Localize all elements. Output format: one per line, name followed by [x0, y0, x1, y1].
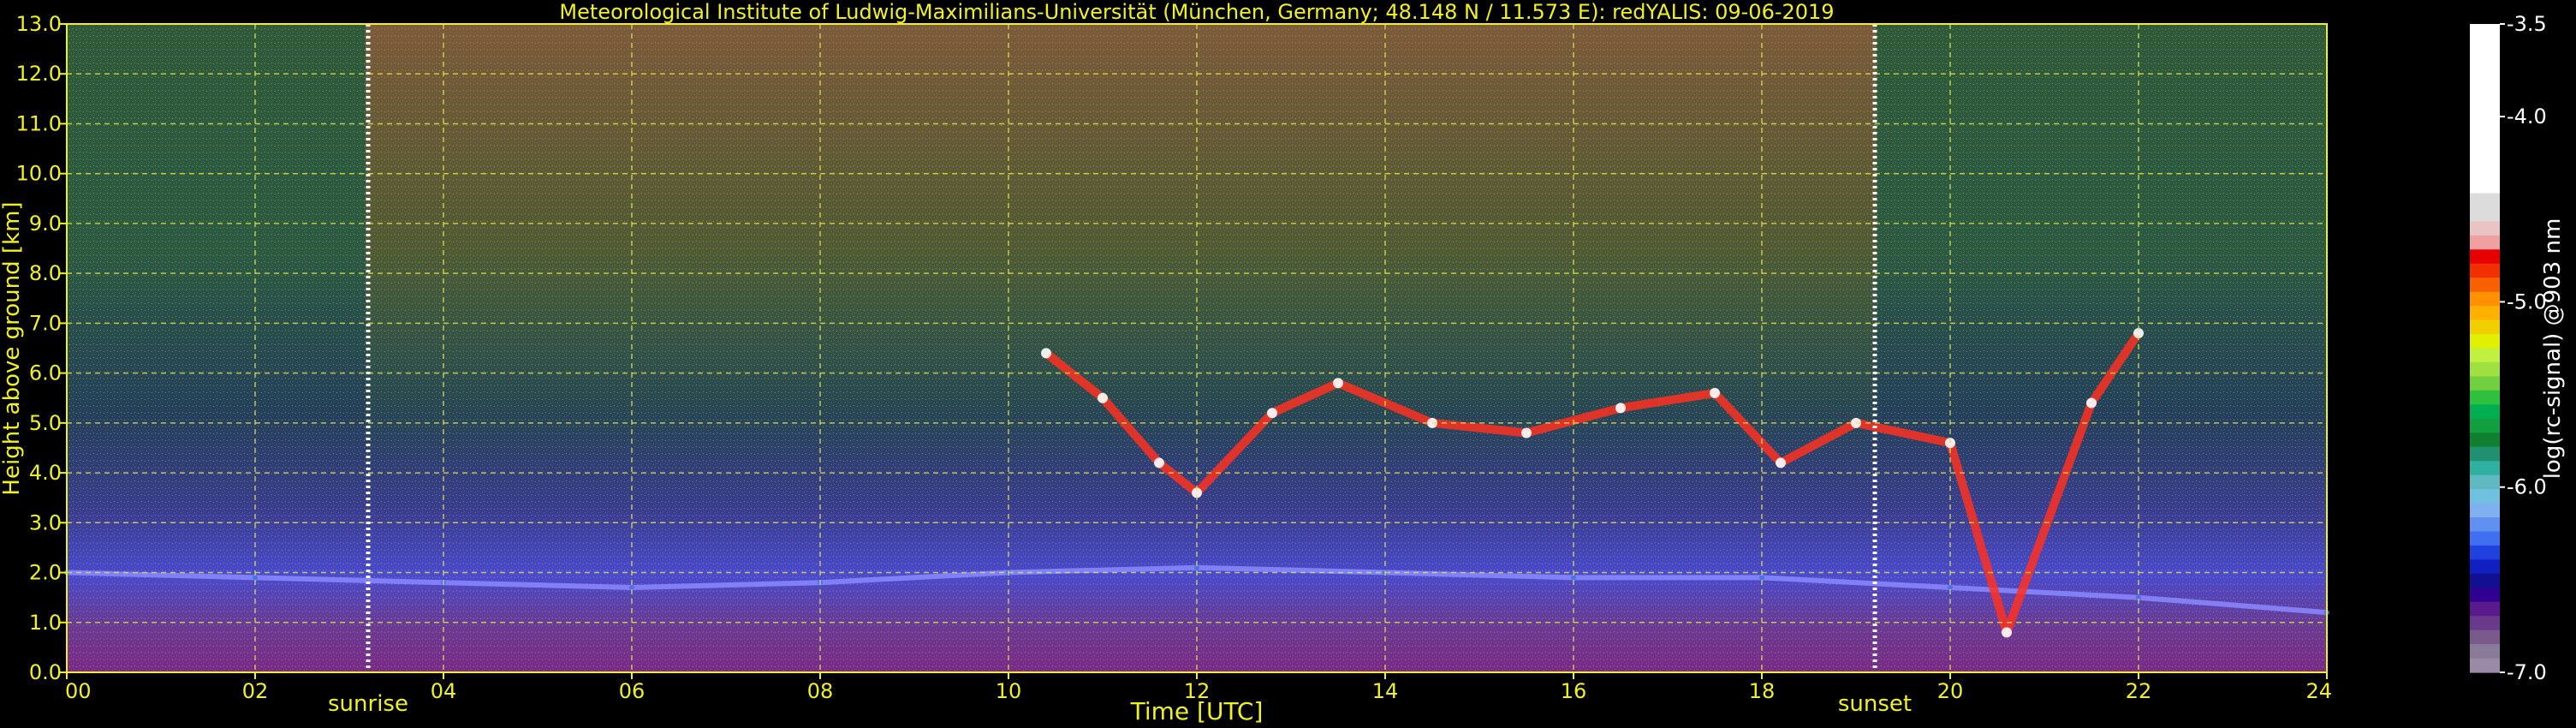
- colorbar-swatch: [2470, 151, 2500, 166]
- colorbar-swatch: [2470, 361, 2500, 378]
- series-point: [1267, 408, 1277, 419]
- colorbar-swatch: [2470, 80, 2500, 95]
- colorbar-swatch: [2470, 531, 2500, 546]
- colorbar-swatch: [2470, 545, 2500, 560]
- series-point: [1154, 457, 1164, 468]
- colorbar-swatch: [2470, 291, 2500, 307]
- colorbar-swatch: [2470, 66, 2500, 81]
- y-tick-label: 10.0: [16, 162, 62, 186]
- colorbar-swatch: [2470, 334, 2500, 349]
- y-tick-label: 3.0: [29, 510, 62, 534]
- series-point: [1615, 403, 1626, 414]
- colorbar-swatch: [2470, 249, 2500, 265]
- colorbar-swatch: [2470, 390, 2500, 405]
- series-point: [1333, 378, 1343, 389]
- colorbar-swatch: [2470, 461, 2500, 476]
- colorbar-label: log(rc-signal) @903 nm: [2540, 218, 2566, 480]
- colorbar-swatch: [2470, 573, 2500, 588]
- colorbar-swatch: [2470, 404, 2500, 420]
- colorbar-swatch: [2470, 644, 2500, 659]
- series-point: [2086, 397, 2097, 409]
- y-tick-label: 8.0: [29, 261, 62, 285]
- colorbar-swatch: [2470, 94, 2500, 110]
- x-tick-label: 14: [1372, 679, 1399, 703]
- colorbar-swatch: [2470, 51, 2500, 67]
- colorbar-tick-label: -4.0: [2507, 104, 2547, 128]
- series-point: [1776, 457, 1786, 468]
- colorbar-swatch: [2470, 164, 2500, 180]
- colorbar-swatch: [2470, 503, 2500, 518]
- x-tick-label: 10: [996, 679, 1022, 703]
- x-tick-label: 06: [619, 679, 645, 703]
- x-tick-label: 08: [807, 679, 834, 703]
- x-tick-label: 16: [1561, 679, 1587, 703]
- colorbar-swatch: [2470, 559, 2500, 575]
- plot-area: [64, 23, 2329, 673]
- colorbar-swatch: [2470, 122, 2500, 138]
- y-tick-label: 0.0: [29, 660, 62, 684]
- colorbar-swatch: [2470, 235, 2500, 250]
- series-point: [1759, 575, 1764, 581]
- y-tick-label: 13.0: [16, 12, 62, 36]
- y-tick-label: 4.0: [29, 461, 62, 485]
- colorbar-swatch: [2470, 516, 2500, 533]
- colorbar-swatch: [2470, 433, 2500, 448]
- colorbar-swatch: [2470, 616, 2500, 631]
- y-tick-label: 12.0: [16, 62, 62, 86]
- colorbar-swatch: [2470, 193, 2500, 208]
- colorbar-swatch: [2470, 474, 2500, 490]
- colorbar-tick-label: -3.5: [2507, 12, 2547, 36]
- colorbar-swatch: [2470, 221, 2500, 236]
- x-tick-label: 22: [2126, 679, 2152, 703]
- y-tick-label: 2.0: [29, 561, 62, 585]
- y-tick-label: 9.0: [29, 212, 62, 236]
- colorbar-swatch: [2470, 630, 2500, 645]
- y-tick-label: 7.0: [29, 311, 62, 335]
- colorbar-swatch: [2470, 179, 2500, 194]
- y-tick-label: 5.0: [29, 411, 62, 435]
- colorbar-swatch: [2470, 601, 2500, 617]
- x-tick-label: 20: [1937, 679, 1964, 703]
- sunrise-label: sunrise: [328, 691, 408, 717]
- colorbar-swatch: [2470, 588, 2500, 603]
- y-tick-label: 6.0: [29, 361, 62, 385]
- colorbar-swatch: [2470, 446, 2500, 462]
- colorbar-swatch: [2470, 348, 2500, 363]
- x-tick-label: 24: [2305, 679, 2332, 703]
- colorbar-tick-label: -7.0: [2507, 660, 2547, 684]
- colorbar: -3.5-4.0-5.0-6.0-7.0: [2470, 12, 2547, 684]
- colorbar-swatch: [2470, 658, 2500, 673]
- colorbar-swatch: [2470, 489, 2500, 504]
- y-axis-label: Height above ground [km]: [0, 201, 25, 495]
- colorbar-swatch: [2470, 376, 2500, 391]
- colorbar-swatch: [2470, 263, 2500, 278]
- series-point: [1521, 427, 1532, 439]
- colorbar-swatch: [2470, 418, 2500, 433]
- x-tick-label: 02: [242, 679, 269, 703]
- series-point: [2002, 627, 2012, 638]
- x-axis-label: Time [UTC]: [1130, 697, 1264, 725]
- x-tick-label: 00: [65, 679, 92, 703]
- series-point: [1571, 575, 1576, 581]
- colorbar-swatch: [2470, 24, 2500, 39]
- colorbar-swatch: [2470, 38, 2500, 53]
- series-point: [253, 575, 258, 581]
- series-point: [1098, 392, 1108, 403]
- colorbar-swatch: [2470, 136, 2500, 152]
- colorbar-swatch: [2470, 108, 2500, 123]
- colorbar-swatch: [2470, 206, 2500, 222]
- colorbar-swatch: [2470, 277, 2500, 293]
- chart-title: Meteorological Institute of Ludwig-Maxim…: [559, 0, 1834, 24]
- series-point: [1041, 348, 1051, 359]
- series-point: [1710, 387, 1720, 398]
- x-tick-label: 04: [431, 679, 457, 703]
- colorbar-swatch: [2470, 306, 2500, 321]
- sunset-label: sunset: [1838, 691, 1912, 717]
- y-tick-label: 11.0: [16, 111, 62, 135]
- lidar-chart: Meteorological Institute of Ludwig-Maxim…: [0, 0, 2566, 725]
- y-tick-label: 1.0: [29, 611, 62, 635]
- colorbar-swatch: [2470, 319, 2500, 335]
- x-tick-label: 18: [1749, 679, 1776, 703]
